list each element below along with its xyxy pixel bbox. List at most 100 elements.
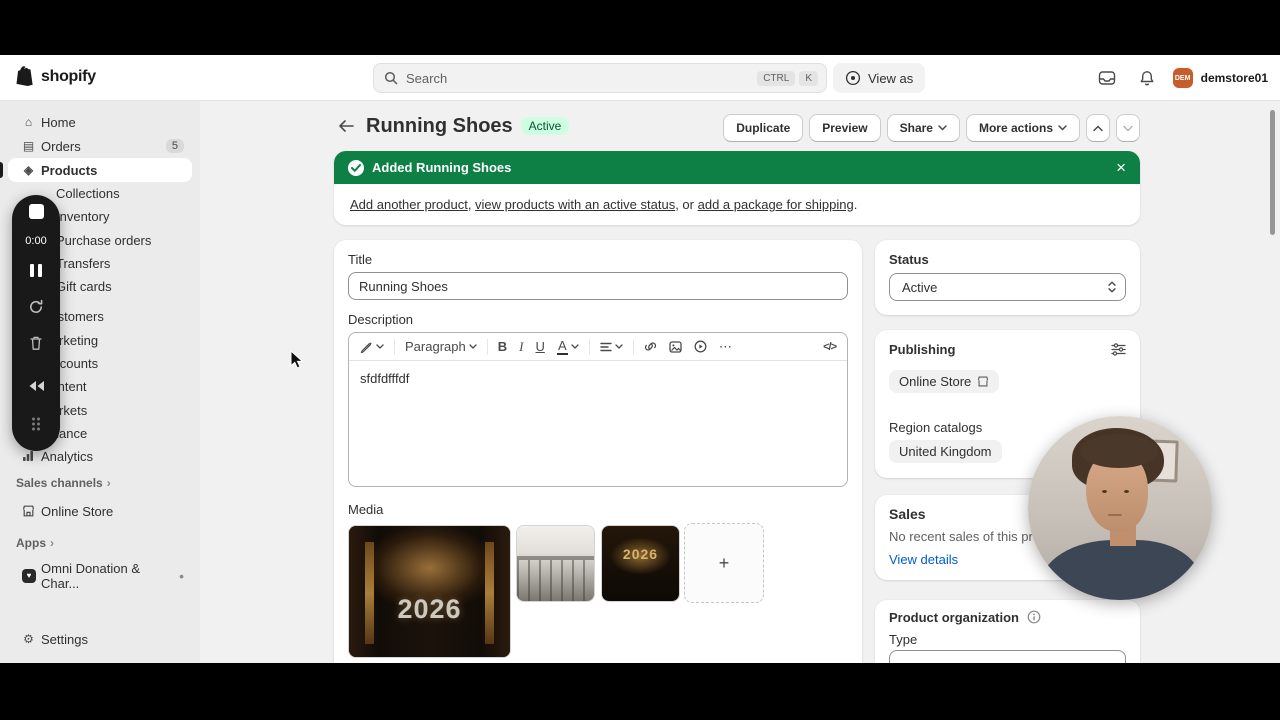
add-package-link[interactable]: add a package for shipping	[698, 197, 854, 212]
grip-dots-icon	[30, 416, 42, 432]
sidebar-item-label: Settings	[41, 631, 88, 647]
image-year-text: 2026	[622, 545, 659, 562]
pen-icon	[360, 340, 373, 353]
pause-recording-button[interactable]	[12, 264, 60, 277]
delete-recording-button[interactable]	[12, 335, 60, 351]
sliders-icon	[1111, 343, 1126, 356]
search-icon	[384, 71, 398, 85]
more-formatting-button[interactable]: ⋯	[714, 336, 737, 358]
back-button[interactable]	[334, 114, 358, 138]
apps-header[interactable]: Apps ›	[16, 536, 54, 550]
sidebar-item-label: Gift cards	[56, 278, 112, 294]
page-scrollbar[interactable]	[1270, 110, 1275, 235]
media-thumbnail-large[interactable]: 2026	[348, 525, 511, 658]
sidebar-item-online-store[interactable]: Online Store	[8, 499, 192, 523]
insert-image-button[interactable]	[664, 336, 687, 358]
preview-button[interactable]: Preview	[809, 114, 881, 142]
insert-link-button[interactable]	[639, 336, 662, 358]
status-select-value: Active	[902, 279, 938, 295]
page-header: Running Shoes Active	[334, 114, 570, 138]
insert-video-button[interactable]	[689, 336, 712, 358]
separator-text: , or	[675, 197, 698, 212]
product-image-2026: 2026	[602, 526, 679, 601]
sidebar-item-omni-app[interactable]: ♥ Omni Donation & Char... •	[8, 561, 192, 591]
italic-button[interactable]: I	[514, 336, 528, 358]
analytics-icon	[22, 450, 35, 462]
close-icon[interactable]: ×	[1116, 159, 1126, 176]
rewind-button[interactable]	[12, 380, 60, 392]
chevron-up-icon	[1093, 124, 1103, 132]
pause-icon	[38, 264, 42, 277]
next-product-button[interactable]	[1116, 114, 1140, 142]
separator-text: ,	[467, 197, 476, 212]
magic-write-button[interactable]	[355, 336, 389, 358]
text-color-icon: A	[556, 337, 568, 355]
view-products-link[interactable]: view products with an active status	[475, 197, 675, 212]
paragraph-style-dropdown[interactable]: Paragraph	[400, 336, 482, 358]
sidebar-item-orders[interactable]: ▤ Orders 5	[8, 134, 192, 158]
sidebar-item-settings[interactable]: ⚙ Settings	[8, 627, 192, 651]
topbar-right-cluster: DEM demstore01	[1093, 63, 1268, 93]
previous-product-button[interactable]	[1086, 114, 1110, 142]
restart-recording-button[interactable]	[12, 299, 60, 315]
sidebar-item-products[interactable]: ◈ Products	[8, 158, 192, 182]
sales-channels-label: Sales channels	[16, 476, 103, 490]
person-hair-fringe	[1080, 434, 1158, 468]
share-button[interactable]: Share	[886, 114, 960, 142]
more-actions-button[interactable]: More actions	[965, 114, 1080, 142]
sidebar-item-label: Products	[41, 162, 98, 178]
info-icon[interactable]	[1027, 610, 1041, 624]
product-image-storefront-2026: 2026	[349, 526, 510, 657]
person-eye	[1102, 490, 1107, 493]
trash-icon	[29, 335, 43, 351]
status-select[interactable]: Active	[889, 273, 1126, 301]
storefront-icon	[22, 505, 35, 517]
online-store-channel-pill[interactable]: Online Store	[889, 370, 1000, 393]
view-details-link[interactable]: View details	[889, 552, 958, 567]
media-thumbnail-2026[interactable]: 2026	[601, 525, 680, 602]
notifications-button[interactable]	[1133, 64, 1161, 92]
recorder-toolbar[interactable]: 0:00	[12, 195, 60, 451]
sidebar-item-home[interactable]: ⌂ Home	[8, 110, 192, 134]
stop-recording-button[interactable]	[12, 204, 60, 219]
account-menu[interactable]: DEM demstore01	[1172, 68, 1268, 88]
organization-heading: Product organization	[889, 610, 1019, 625]
duplicate-button[interactable]: Duplicate	[723, 114, 804, 142]
description-input[interactable]: sfdfdfffdf	[349, 361, 847, 486]
sidebar-item-label: Collections	[56, 185, 120, 201]
paragraph-style-label: Paragraph	[405, 339, 466, 354]
text-color-button[interactable]: A	[552, 336, 584, 358]
shopify-logo[interactable]: shopify	[14, 65, 96, 89]
content-area: ⌂ Home ▤ Orders 5 ◈ Products Collections…	[0, 101, 1280, 663]
view-as-button[interactable]: View as	[833, 63, 926, 93]
channel-label: Online Store	[899, 374, 972, 389]
title-input[interactable]	[348, 272, 848, 300]
add-media-button[interactable]: +	[684, 523, 764, 603]
sidebar-item-label: Orders	[41, 138, 81, 154]
underline-button[interactable]: U	[530, 336, 549, 358]
inbox-icon	[1098, 70, 1116, 86]
sales-channels-header[interactable]: Sales channels ›	[16, 476, 111, 490]
bold-button[interactable]: B	[493, 336, 512, 358]
code-view-button[interactable]: </>	[818, 336, 841, 358]
alignment-button[interactable]	[595, 336, 628, 358]
restart-icon	[28, 299, 44, 315]
global-search[interactable]: Search CTRL K	[373, 63, 827, 93]
region-catalogs-label: Region catalogs	[889, 420, 983, 435]
media-thumbnail-building[interactable]	[516, 525, 595, 602]
plus-icon: +	[718, 552, 730, 573]
drag-handle[interactable]	[12, 416, 60, 432]
letterbox-bottom	[0, 663, 1280, 720]
region-catalog-pill[interactable]: United Kingdom	[889, 440, 1002, 463]
active-item-indicator	[0, 162, 3, 178]
chevron-right-icon: ›	[106, 476, 111, 490]
app-menu-dot-icon[interactable]: •	[179, 569, 184, 583]
manage-publishing-button[interactable]	[1111, 343, 1126, 356]
sidebar-item-label: Online Store	[41, 503, 114, 519]
type-input[interactable]	[889, 650, 1126, 663]
webcam-overlay[interactable]	[1028, 416, 1212, 600]
shopify-wordmark: shopify	[41, 68, 96, 85]
status-heading: Status	[889, 252, 929, 267]
inbox-button[interactable]	[1093, 64, 1121, 92]
add-another-product-link[interactable]: Add another product	[350, 197, 468, 212]
